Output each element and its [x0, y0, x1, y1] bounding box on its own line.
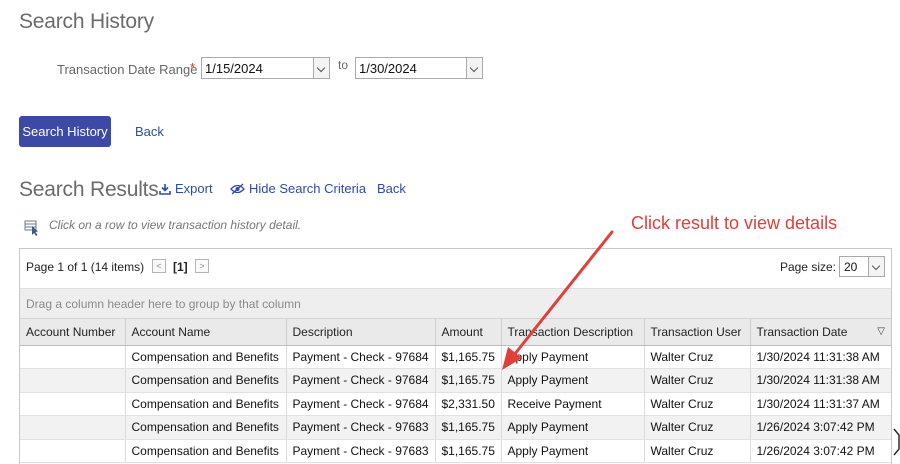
cell-transaction-description: Receive Payment: [501, 392, 645, 416]
column-header-description[interactable]: Description: [286, 319, 436, 346]
cell-account-number: [20, 392, 126, 416]
cell-account-number: [20, 415, 126, 440]
cell-transaction-user: Walter Cruz: [644, 368, 751, 393]
to-label: to: [338, 58, 349, 72]
page-size-label: Page size:: [779, 260, 836, 274]
callout-annotation: Click result to view details: [631, 213, 838, 233]
chevron-down-icon[interactable]: [868, 257, 884, 276]
cell-transaction-date: 1/26/2024 3:07:42 PM: [750, 415, 891, 440]
page-title: Search History: [19, 10, 154, 33]
results-table: Account Number Account Name Description …: [20, 319, 891, 463]
grid-pager: Page 1 of 1 (14 items) < [1] > Page size…: [20, 249, 891, 289]
results-grid: Page 1 of 1 (14 items) < [1] > Page size…: [19, 248, 892, 464]
cell-account-name: Compensation and Benefits: [125, 439, 287, 463]
table-row[interactable]: Compensation and Benefits Payment - Chec…: [20, 439, 891, 463]
table-row[interactable]: Compensation and Benefits Payment - Chec…: [20, 392, 891, 416]
group-by-panel[interactable]: Drag a column header here to group by th…: [20, 289, 891, 319]
cell-transaction-user: Walter Cruz: [644, 415, 751, 440]
column-header-amount[interactable]: Amount: [435, 319, 502, 346]
cell-transaction-date: 1/26/2024 3:07:42 PM: [750, 439, 891, 463]
sort-descending-icon[interactable]: ▽: [877, 326, 885, 337]
next-page-button[interactable]: >: [195, 259, 209, 273]
cell-account-name: Compensation and Benefits: [125, 415, 287, 440]
cell-amount: $1,165.75: [435, 415, 502, 440]
cell-amount: $1,165.75: [435, 345, 502, 369]
cell-description: Payment - Check - 97683: [286, 439, 436, 463]
cell-transaction-date: 1/30/2024 11:31:38 AM: [750, 368, 891, 393]
cell-transaction-user: Walter Cruz: [644, 392, 751, 416]
download-icon: [159, 183, 171, 195]
hint-text: Click on a row to view transaction histo…: [49, 218, 302, 232]
chevron-down-icon[interactable]: [313, 58, 329, 78]
eye-slash-icon: [230, 183, 245, 194]
export-label: Export: [175, 181, 213, 196]
page-size-value: 20: [844, 260, 858, 274]
cell-transaction-description: Apply Payment: [501, 345, 645, 369]
hide-search-criteria-button[interactable]: Hide Search Criteria: [230, 181, 366, 196]
chevron-down-icon[interactable]: [466, 58, 482, 78]
cell-account-name: Compensation and Benefits: [125, 392, 287, 416]
column-header-account-number[interactable]: Account Number: [20, 319, 126, 346]
search-history-button[interactable]: Search History: [19, 116, 111, 147]
column-header-transaction-date[interactable]: Transaction Date ▽: [750, 319, 891, 346]
export-button[interactable]: Export: [159, 181, 213, 196]
prev-page-button[interactable]: <: [152, 259, 166, 273]
click-row-icon: [24, 220, 38, 236]
cell-amount: $1,165.75: [435, 368, 502, 393]
date-range-label: Transaction Date Range: [57, 62, 198, 77]
column-header-transaction-description[interactable]: Transaction Description: [501, 319, 645, 346]
date-to-value: 1/30/2024: [359, 61, 417, 76]
cell-amount: $1,165.75: [435, 439, 502, 463]
page-size-select[interactable]: 20: [839, 256, 885, 277]
table-row[interactable]: Compensation and Benefits Payment - Chec…: [20, 345, 891, 369]
date-from-field[interactable]: 1/15/2024: [201, 57, 330, 79]
cell-description: Payment - Check - 97684: [286, 345, 436, 369]
current-page[interactable]: [1]: [173, 260, 188, 274]
cell-transaction-description: Apply Payment: [501, 415, 645, 440]
table-row[interactable]: Compensation and Benefits Payment - Chec…: [20, 368, 891, 393]
cell-amount: $2,331.50: [435, 392, 502, 416]
cell-transaction-user: Walter Cruz: [644, 439, 751, 463]
cell-transaction-description: Apply Payment: [501, 439, 645, 463]
cell-description: Payment - Check - 97683: [286, 415, 436, 440]
cell-account-name: Compensation and Benefits: [125, 345, 287, 369]
date-to-field[interactable]: 1/30/2024: [355, 57, 483, 79]
required-marker: *: [190, 60, 196, 75]
column-header-transaction-user[interactable]: Transaction User: [644, 319, 751, 346]
hide-search-criteria-label: Hide Search Criteria: [249, 181, 367, 196]
cell-account-number: [20, 345, 126, 369]
cell-transaction-user: Walter Cruz: [644, 345, 751, 369]
cell-description: Payment - Check - 97684: [286, 368, 436, 393]
results-back-link[interactable]: Back: [377, 181, 406, 196]
pager-info: Page 1 of 1 (14 items): [26, 260, 145, 274]
table-header-row: Account Number Account Name Description …: [20, 319, 891, 346]
cell-transaction-date: 1/30/2024 11:31:38 AM: [750, 345, 891, 369]
cell-description: Payment - Check - 97684: [286, 392, 436, 416]
cell-account-number: [20, 368, 126, 393]
transaction-date-label: Transaction Date: [756, 324, 848, 339]
table-row[interactable]: Compensation and Benefits Payment - Chec…: [20, 415, 891, 440]
back-link[interactable]: Back: [135, 124, 164, 139]
resize-cursor-icon: [893, 428, 900, 456]
cell-account-number: [20, 439, 126, 463]
cell-transaction-date: 1/30/2024 11:31:37 AM: [750, 392, 891, 416]
cell-transaction-description: Apply Payment: [501, 368, 645, 393]
date-from-value: 1/15/2024: [205, 61, 263, 76]
column-header-account-name[interactable]: Account Name: [125, 319, 287, 346]
results-title: Search Results: [19, 178, 159, 201]
cell-account-name: Compensation and Benefits: [125, 368, 287, 393]
